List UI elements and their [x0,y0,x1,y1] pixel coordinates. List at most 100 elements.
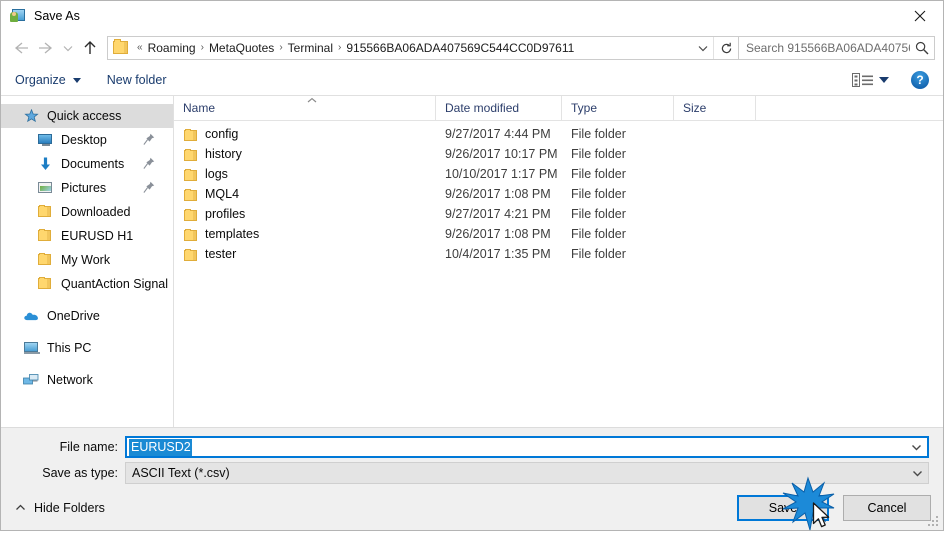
file-date: 9/26/2017 1:08 PM [445,187,551,201]
file-name: history [205,147,242,161]
table-row[interactable]: tester 10/4/2017 1:35 PM File folder [174,244,943,264]
file-name-row: File name: EURUSD2 [1,436,943,458]
sidebar-item-pictures[interactable]: Pictures [1,176,173,200]
file-date: 10/4/2017 1:35 PM [445,247,551,261]
navigation-bar: « Roaming › MetaQuotes › Terminal › 9155… [1,31,943,65]
file-type: File folder [571,167,626,181]
save-button[interactable]: Save [737,494,829,521]
column-header-row: Name Date modified Type Size [174,96,943,121]
search-icon [910,41,934,55]
address-bar[interactable]: « Roaming › MetaQuotes › Terminal › 9155… [107,36,739,60]
caret-up-icon [307,97,317,103]
save-as-type-select[interactable]: ASCII Text (*.csv) [125,462,929,484]
back-button[interactable] [7,35,33,61]
forward-button[interactable] [33,35,59,61]
resize-grip-icon[interactable] [928,516,940,528]
file-type: File folder [571,227,626,241]
search-input[interactable]: Search 915566BA06ADA40756... [739,41,910,55]
table-row[interactable]: history 9/26/2017 10:17 PM File folder [174,144,943,164]
view-layout-icon[interactable] [852,72,874,88]
file-type: File folder [571,247,626,261]
file-name-dropdown-button[interactable] [905,444,927,451]
sidebar-item-downloaded[interactable]: Downloaded [1,200,173,224]
file-type: File folder [571,187,626,201]
help-button[interactable]: ? [911,71,929,89]
file-date: 10/10/2017 1:17 PM [445,167,558,181]
new-folder-label: New folder [106,73,167,87]
file-name-cell: config [174,127,436,141]
hide-folders-button[interactable]: Hide Folders [15,501,105,515]
window-title: Save As [34,9,80,23]
pin-icon [143,181,155,193]
breadcrumb-separator: › [200,42,204,53]
breadcrumb-terminal[interactable]: Terminal [285,37,336,59]
save-as-app-icon [10,8,26,24]
new-folder-button[interactable]: New folder [107,73,167,87]
file-name-value: EURUSD2 [129,438,192,456]
column-label: Date modified [445,101,520,115]
breadcrumb-terminal-guid[interactable]: 915566BA06ADA407569C544CC0D97611 [343,37,577,59]
file-name-cell: MQL4 [174,187,436,201]
table-row[interactable]: templates 9/26/2017 1:08 PM File folder [174,224,943,244]
file-name-cell: profiles [174,207,436,221]
sidebar-item-network[interactable]: Network [1,368,173,392]
file-type: File folder [571,127,626,141]
refresh-icon [721,42,731,53]
folder-icon [113,39,129,55]
close-button[interactable] [897,1,943,31]
navigation-sidebar: Quick access Desktop Documents Pictures … [1,96,174,427]
breadcrumb-roaming[interactable]: Roaming [145,37,199,59]
folder-icon [183,188,197,201]
address-dropdown-button[interactable] [693,37,713,59]
folder-icon [183,208,197,221]
sidebar-item-my-work[interactable]: My Work [1,248,173,272]
hide-folders-label: Hide Folders [34,500,105,515]
sidebar-item-label: OneDrive [47,309,100,323]
table-row[interactable]: logs 10/10/2017 1:17 PM File folder [174,164,943,184]
file-type: File folder [571,207,626,221]
sidebar-item-desktop[interactable]: Desktop [1,128,173,152]
table-row[interactable]: MQL4 9/26/2017 1:08 PM File folder [174,184,943,204]
sidebar-item-quantaction-signal[interactable]: QuantAction Signal [1,272,173,296]
cancel-button[interactable]: Cancel [843,494,931,521]
folder-icon [183,228,197,241]
sidebar-item-documents[interactable]: Documents [1,152,173,176]
refresh-button[interactable] [713,37,738,59]
table-row[interactable]: config 9/27/2017 4:44 PM File folder [174,124,943,144]
save-as-type-label: Save as type: [42,466,118,480]
sidebar-item-label: Pictures [61,181,107,195]
save-as-type-dropdown-button[interactable] [906,470,928,477]
sidebar-item-quick-access[interactable]: Quick access [1,104,173,128]
table-row[interactable]: profiles 9/27/2017 4:21 PM File folder [174,204,943,224]
file-name-input[interactable]: EURUSD2 [125,436,929,458]
column-label: Name [183,101,216,115]
file-type: File folder [571,147,626,161]
column-header-date-modified[interactable]: Date modified [436,96,562,120]
file-name: tester [205,247,237,261]
save-as-type-value: ASCII Text (*.csv) [132,466,230,480]
column-header-name[interactable]: Name [174,96,436,120]
folder-icon [37,228,54,244]
organize-button[interactable]: Organize [15,73,81,87]
file-name-label: File name: [59,440,118,454]
dialog-body: Quick access Desktop Documents Pictures … [1,96,943,427]
breadcrumb-metaquotes[interactable]: MetaQuotes [206,37,277,59]
file-date: 9/27/2017 4:44 PM [445,127,551,141]
up-button[interactable] [77,35,103,61]
sidebar-item-eurusd-h1[interactable]: EURUSD H1 [1,224,173,248]
sidebar-item-this-pc[interactable]: This PC [1,336,173,360]
recent-locations-button[interactable] [59,35,77,61]
download-icon [37,156,54,172]
column-header-size[interactable]: Size [674,96,756,120]
view-dropdown-button[interactable] [879,77,889,83]
breadcrumb-separator: › [279,42,283,53]
sidebar-item-onedrive[interactable]: OneDrive [1,304,173,328]
search-box[interactable]: Search 915566BA06ADA40756... [739,36,935,60]
title-bar: Save As [1,1,943,31]
column-header-type[interactable]: Type [562,96,674,120]
pin-icon [143,133,155,145]
sidebar-item-label: Quick access [47,109,122,123]
arrow-right-icon [38,42,52,54]
